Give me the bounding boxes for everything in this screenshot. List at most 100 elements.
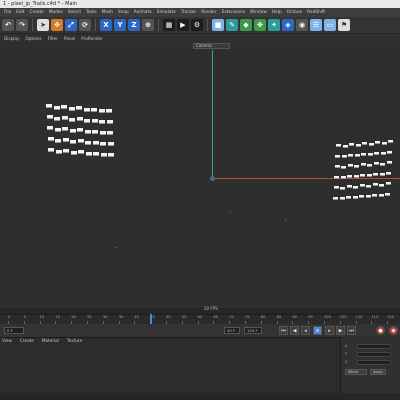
view-menu-item-panel[interactable]: Panel: [64, 36, 75, 41]
mograph-cube: [341, 165, 347, 169]
menu-item-extensions[interactable]: Extensions: [222, 10, 245, 15]
undo-icon[interactable]: ↶: [2, 19, 14, 31]
prev-frame-icon[interactable]: ◂: [301, 326, 310, 335]
move-icon[interactable]: ✥: [51, 19, 63, 31]
next-frame-icon[interactable]: ▸: [325, 326, 334, 335]
mograph-cube: [333, 196, 338, 200]
mograph-cube: [47, 137, 54, 141]
coord-field[interactable]: [357, 351, 391, 357]
mograph-cube: [354, 164, 360, 168]
render-icon[interactable]: ▶: [177, 19, 189, 31]
mograph-cube: [100, 142, 106, 147]
menu-item-mesh[interactable]: Mesh: [102, 10, 113, 15]
menu-item-tracker[interactable]: Tracker: [181, 10, 197, 15]
subdivide-icon[interactable]: ◆: [240, 19, 252, 31]
view-menu-item-prorender[interactable]: ProRender: [81, 36, 103, 41]
material-menu-item-view[interactable]: View: [2, 338, 12, 345]
go-to-start-icon[interactable]: ⏮: [279, 326, 288, 335]
menu-item-redshift[interactable]: RedShift: [307, 10, 325, 15]
play-pause-icon[interactable]: ⏸: [313, 326, 322, 335]
3d-viewport[interactable]: [0, 42, 400, 308]
timeline-tick-label: 10: [39, 315, 45, 319]
current-frame-field[interactable]: 20 F: [224, 327, 240, 334]
material-menu-item-texture[interactable]: Texture: [67, 338, 82, 345]
autokey-icon[interactable]: ◉: [389, 326, 398, 335]
prev-key-icon[interactable]: ◀: [290, 326, 299, 335]
mograph-cube: [334, 165, 340, 168]
menu-item-simulate[interactable]: Simulate: [157, 10, 176, 15]
coord-mode-select[interactable]: World: [345, 369, 367, 375]
mograph-cube: [385, 192, 390, 196]
deformer-icon[interactable]: ◈: [282, 19, 294, 31]
apply-button[interactable]: Apply: [370, 369, 386, 375]
go-to-end-icon[interactable]: ⏭: [347, 326, 356, 335]
world-coord-icon[interactable]: ⊕: [142, 19, 154, 31]
end-frame-field[interactable]: 120 F: [244, 327, 262, 334]
array-icon[interactable]: ✤: [254, 19, 266, 31]
scale-icon[interactable]: ⤢: [65, 19, 77, 31]
y-axis-line: [212, 50, 213, 178]
mograph-cube: [336, 144, 341, 147]
menu-item-modes[interactable]: Modes: [49, 10, 63, 15]
material-menu-item-material[interactable]: Material: [42, 338, 59, 345]
menu-item-select[interactable]: Select: [68, 10, 81, 15]
coord-field[interactable]: [357, 359, 391, 365]
rotate-icon[interactable]: ⟳: [79, 19, 91, 31]
view-menu-item-display[interactable]: Display: [4, 36, 19, 41]
menu-item-help[interactable]: Help: [272, 10, 282, 15]
mograph-cube: [85, 141, 91, 145]
timeline-ruler[interactable]: 0 5 10 15 20 25 30 35 40 45 50 55 60 65 70 75 80 85 90 95 10…: [0, 314, 400, 325]
mograph-cube: [76, 117, 83, 122]
mograph-cube: [339, 197, 345, 200]
mograph-cube: [62, 138, 69, 143]
timeline-tick-label: 50: [166, 315, 171, 319]
mograph-cube: [54, 127, 61, 132]
menu-item-window[interactable]: Window: [250, 10, 267, 15]
floor-icon[interactable]: ▭: [324, 19, 336, 31]
cube-icon[interactable]: ■: [212, 19, 224, 31]
start-frame-field[interactable]: 0 F: [4, 327, 24, 334]
timeline-tick-label: 115: [371, 315, 379, 319]
timeline-tick-label: 30: [102, 315, 108, 319]
view-menu-item-filter[interactable]: Filter: [48, 36, 58, 41]
camera-icon[interactable]: ◉: [296, 19, 308, 31]
render-view-icon[interactable]: ▦: [163, 19, 175, 31]
mograph-cube: [373, 172, 379, 176]
menu-item-render[interactable]: Render: [201, 10, 216, 15]
mograph-cube: [335, 154, 341, 158]
tag-icon[interactable]: ⚑: [338, 19, 350, 31]
menu-item-create[interactable]: Create: [30, 10, 44, 15]
timeline-playhead[interactable]: [150, 314, 152, 324]
menu-item-tools[interactable]: Tools: [86, 10, 97, 15]
next-key-icon[interactable]: ▶: [336, 326, 345, 335]
mograph-cube: [77, 139, 84, 144]
mograph-icon[interactable]: ✦: [268, 19, 280, 31]
camera-select[interactable]: Camera: [193, 43, 230, 49]
mograph-cube: [360, 173, 366, 177]
mograph-cube: [341, 155, 347, 158]
z-axis-icon[interactable]: Z: [128, 19, 140, 31]
pen-icon[interactable]: ✎: [226, 19, 238, 31]
x-axis-icon[interactable]: X: [100, 19, 112, 31]
select-icon[interactable]: ➤: [37, 19, 49, 31]
menu-item-octane[interactable]: Octane: [287, 10, 302, 15]
mograph-cube: [68, 106, 75, 111]
render-settings-icon[interactable]: ⚙: [191, 19, 203, 31]
mograph-cube: [107, 141, 114, 146]
menu-item-edit[interactable]: Edit: [16, 10, 24, 15]
redo-icon[interactable]: ↷: [16, 19, 28, 31]
menu-item-file[interactable]: File: [4, 10, 11, 15]
toolbar-separator: [158, 19, 159, 31]
material-menu-item-create[interactable]: Create: [20, 338, 34, 345]
coord-field[interactable]: [357, 343, 391, 349]
menu-item-snap[interactable]: Snap: [118, 10, 129, 15]
view-menu-item-options[interactable]: Options: [25, 36, 41, 41]
mograph-cube: [367, 153, 373, 156]
record-icon[interactable]: ●: [376, 326, 385, 335]
light-icon[interactable]: ☰: [310, 19, 322, 31]
y-axis-icon[interactable]: Y: [114, 19, 126, 31]
mograph-cube: [346, 195, 351, 199]
menu-item-animate[interactable]: Animate: [134, 10, 152, 15]
mograph-cube: [374, 151, 380, 155]
timeline-tick-label: 70: [229, 315, 234, 319]
